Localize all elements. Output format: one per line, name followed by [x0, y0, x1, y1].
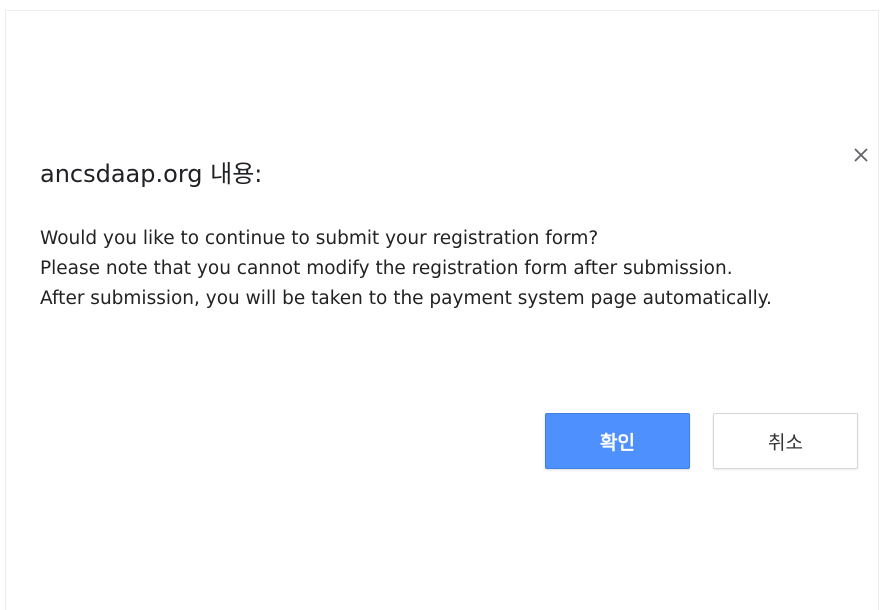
- dialog-title: ancsdaap.org 내용:: [40, 160, 263, 188]
- close-icon: [854, 148, 868, 162]
- close-button[interactable]: [848, 142, 874, 168]
- message-line: After submission, you will be taken to t…: [40, 288, 772, 309]
- dialog-message: Would you like to continue to submit you…: [40, 224, 800, 314]
- ok-button[interactable]: 확인: [545, 413, 690, 469]
- message-line: Would you like to continue to submit you…: [40, 228, 599, 249]
- message-line: Please note that you cannot modify the r…: [40, 258, 733, 279]
- cancel-button[interactable]: 취소: [713, 413, 858, 469]
